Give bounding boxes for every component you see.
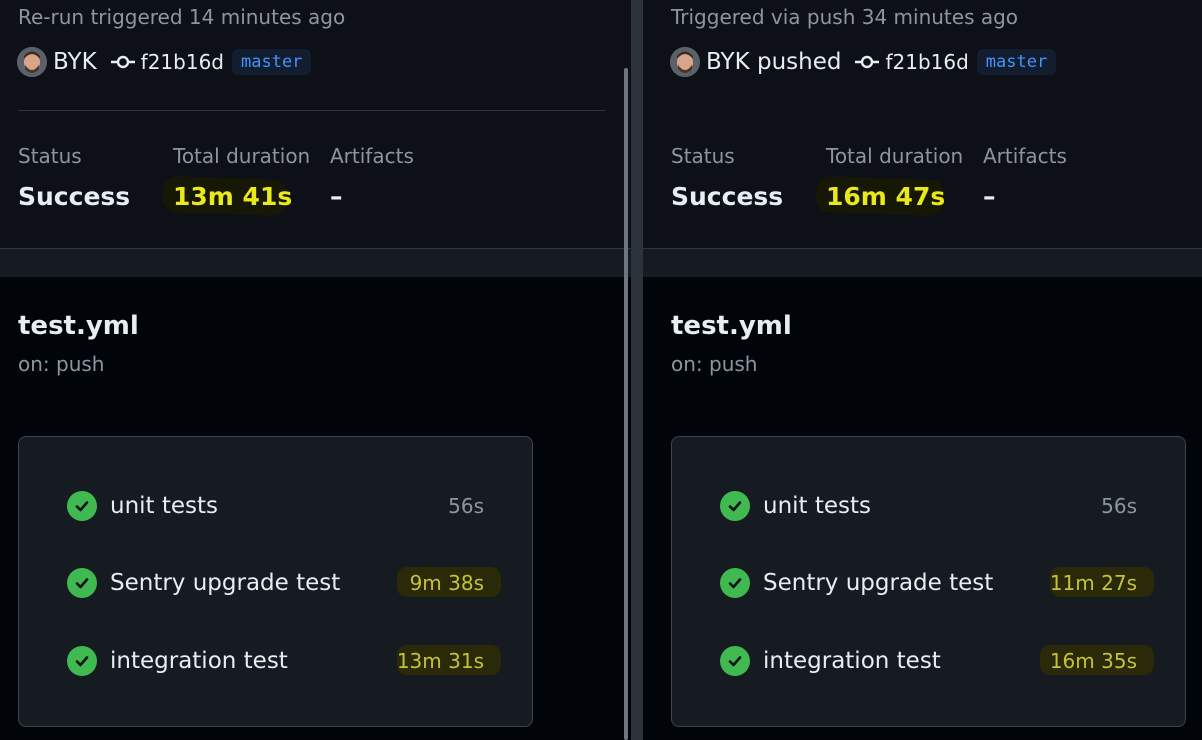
commit-meta: BYK f21b16d master	[17, 44, 312, 80]
artifacts-value: –	[330, 182, 343, 211]
avatar[interactable]	[670, 47, 700, 77]
scrollbar[interactable]	[624, 68, 628, 740]
job-item[interactable]: Sentry upgrade test 9m 38s	[67, 566, 484, 600]
workflow-trigger: on: push	[671, 352, 758, 376]
run-header: Re-run triggered 14 minutes ago BYK f21b…	[0, 0, 631, 249]
workflow-trigger: on: push	[18, 352, 105, 376]
status-value: Success	[671, 182, 784, 211]
workflow-file-name[interactable]: test.yml	[18, 311, 139, 341]
branch-badge[interactable]: master	[232, 49, 312, 75]
job-duration: 16m 35s	[1049, 649, 1137, 673]
artifacts-label: Artifacts	[983, 144, 1067, 168]
run-header: Triggered via push 34 minutes ago BYK pu…	[643, 0, 1202, 249]
status-label: Status	[671, 144, 735, 168]
divider	[18, 110, 605, 111]
artifacts-value: –	[983, 182, 996, 211]
avatar[interactable]	[17, 47, 47, 77]
job-item[interactable]: integration test 16m 35s	[720, 644, 1137, 678]
status-label: Status	[18, 144, 82, 168]
panel-splitter[interactable]	[631, 0, 643, 740]
section-gap	[0, 249, 631, 277]
commit-sha-link[interactable]: f21b16d	[141, 50, 224, 74]
run-summary-left: Re-run triggered 14 minutes ago BYK f21b…	[0, 0, 631, 740]
check-circle-icon	[67, 568, 97, 598]
git-commit-icon	[855, 55, 880, 69]
job-name: unit tests	[763, 493, 872, 519]
job-duration: 56s	[1101, 494, 1137, 518]
check-circle-icon	[720, 646, 750, 676]
check-circle-icon	[67, 491, 97, 521]
job-duration: 9m 38s	[409, 571, 484, 595]
artifacts-label: Artifacts	[330, 144, 414, 168]
job-item[interactable]: Sentry upgrade test 11m 27s	[720, 566, 1137, 600]
check-circle-icon	[720, 491, 750, 521]
job-duration: 11m 27s	[1049, 571, 1137, 595]
job-duration: 56s	[448, 494, 484, 518]
trigger-text: Triggered via push 34 minutes ago	[671, 5, 1019, 29]
commit-meta: BYK pushed f21b16d master	[670, 44, 1057, 80]
job-item[interactable]: unit tests 56s	[720, 489, 1137, 523]
job-item[interactable]: unit tests 56s	[67, 489, 484, 523]
status-value: Success	[18, 182, 131, 211]
job-name: integration test	[110, 648, 288, 674]
branch-badge[interactable]: master	[976, 49, 1057, 75]
workflow-file-name[interactable]: test.yml	[671, 311, 792, 341]
commit-sha-link[interactable]: f21b16d	[885, 50, 968, 74]
check-circle-icon	[67, 646, 97, 676]
git-commit-icon	[110, 55, 135, 69]
job-item[interactable]: integration test 13m 31s	[67, 644, 484, 678]
actor-name[interactable]: BYK	[53, 49, 97, 75]
job-duration: 13m 31s	[396, 649, 484, 673]
duration-label: Total duration	[826, 144, 964, 168]
actor-name[interactable]: BYK pushed	[706, 49, 841, 75]
jobs-graph-card: unit tests 56s Sentry upgrade test 11m 2…	[671, 436, 1186, 727]
job-name: integration test	[763, 648, 941, 674]
duration-value: 16m 47s	[826, 182, 946, 211]
section-gap	[643, 249, 1202, 277]
run-summary-right: Triggered via push 34 minutes ago BYK pu…	[643, 0, 1202, 740]
job-name: Sentry upgrade test	[763, 570, 994, 596]
trigger-text: Re-run triggered 14 minutes ago	[18, 5, 346, 29]
jobs-graph-card: unit tests 56s Sentry upgrade test 9m 38…	[18, 436, 533, 727]
job-name: Sentry upgrade test	[110, 570, 341, 596]
job-name: unit tests	[110, 493, 219, 519]
duration-value: 13m 41s	[173, 182, 293, 211]
check-circle-icon	[720, 568, 750, 598]
duration-label: Total duration	[173, 144, 311, 168]
